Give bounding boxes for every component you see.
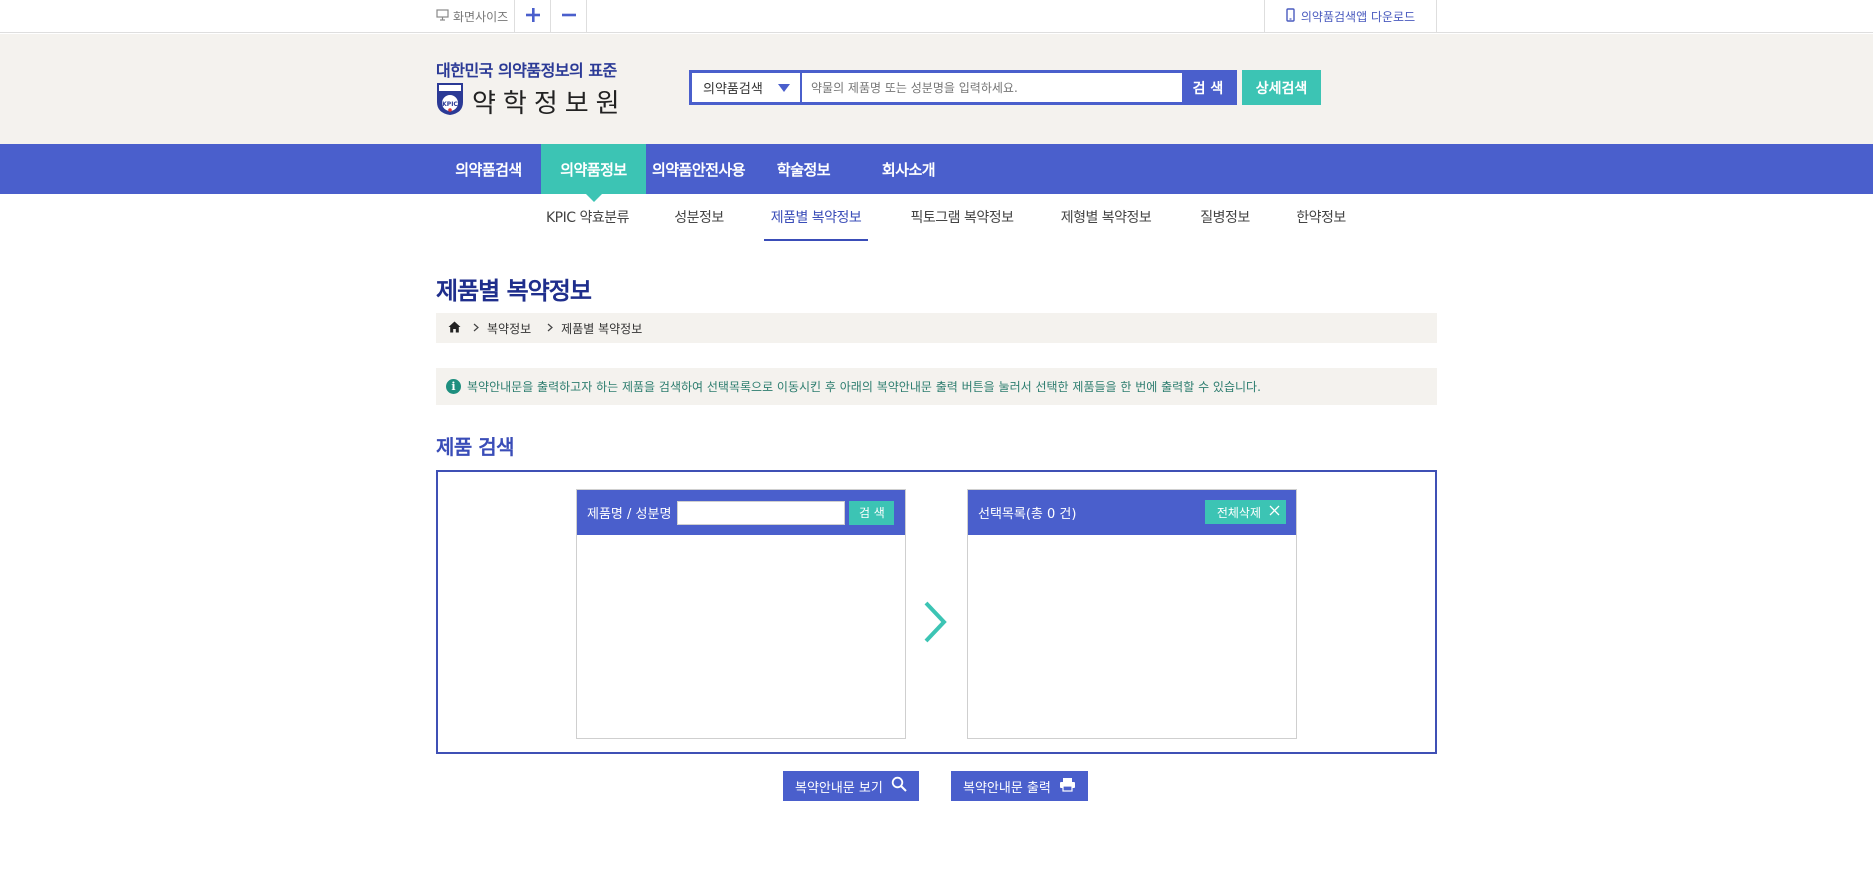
- logo-name: 약학정보원: [472, 88, 627, 119]
- move-to-selection-arrow-icon[interactable]: [922, 600, 948, 648]
- zoom-out-button[interactable]: [551, 0, 588, 33]
- notice-text: 복약안내문을 출력하고자 하는 제품을 검색하여 선택목록으로 이동시킨 후 아…: [467, 380, 1261, 394]
- gnb-item-academic[interactable]: 학술정보: [751, 144, 856, 194]
- info-icon: i: [446, 379, 461, 394]
- detail-search-button[interactable]: 상세검색: [1242, 70, 1321, 105]
- print-guide-button[interactable]: 복약안내문 출력: [951, 771, 1088, 801]
- gnb-item-drug-safety[interactable]: 의약품안전사용: [646, 144, 751, 194]
- view-guide-button[interactable]: 복약안내문 보기: [783, 771, 919, 801]
- search-result-list[interactable]: [577, 535, 905, 738]
- product-search-button[interactable]: 검 색: [849, 500, 895, 525]
- subnav-item-disease[interactable]: 질병정보: [1190, 194, 1260, 240]
- product-search-header: 제품명 / 성분명 검 색: [577, 490, 905, 535]
- breadcrumb-item[interactable]: 복약정보: [487, 320, 531, 337]
- selected-list-panel: 선택목록(총 0 건) 전체삭제: [967, 489, 1297, 739]
- sub-navigation: KPIC 약효분류 성분정보 제품별 복약정보 픽토그램 복약정보 제형별 복약…: [0, 194, 1873, 242]
- product-search-box: 제품명 / 성분명 검 색 선택목록(총 0 건) 전체삭제: [436, 470, 1437, 754]
- site-header: 대한민국 의약품정보의 표준 KPIC 약학정보원 의약품검색 검 색 상세검색: [0, 34, 1873, 144]
- site-logo[interactable]: KPIC 약학정보원: [436, 82, 627, 120]
- app-download-link[interactable]: 의약품검색앱 다운로드: [1264, 0, 1437, 33]
- screen-size-label: 화면사이즈: [436, 0, 516, 33]
- subnav-item-kpic-classification[interactable]: KPIC 약효분류: [540, 194, 635, 240]
- close-icon: [1261, 505, 1280, 519]
- page-title: 제품별 복약정보: [436, 277, 592, 305]
- gnb-item-drug-search[interactable]: 의약품검색: [436, 144, 541, 194]
- caret-down-icon: [778, 84, 790, 92]
- plus-icon: [525, 7, 541, 27]
- mobile-phone-icon: [1286, 8, 1301, 25]
- selected-list-count: 선택목록(총 0 건): [978, 507, 1077, 522]
- logo-slogan: 대한민국 의약품정보의 표준: [436, 61, 617, 80]
- subnav-item-product-medication[interactable]: 제품별 복약정보: [764, 194, 868, 241]
- gnb-item-company[interactable]: 회사소개: [856, 144, 961, 194]
- monitor-icon: [436, 9, 453, 24]
- global-search-input[interactable]: [802, 73, 1182, 102]
- utility-bar: 화면사이즈 의약품검색앱 다운로드: [0, 0, 1873, 33]
- notice-box: i 복약안내문을 출력하고자 하는 제품을 검색하여 선택목록으로 이동시킨 후…: [436, 368, 1437, 405]
- subnav-item-herbal[interactable]: 한약정보: [1286, 194, 1356, 240]
- gnb-item-drug-info[interactable]: 의약품정보: [541, 144, 646, 202]
- product-search-panel: 제품명 / 성분명 검 색: [576, 489, 906, 739]
- main-navigation: 의약품검색 의약품정보 의약품안전사용 학술정보 회사소개: [0, 144, 1873, 202]
- chevron-right-icon: [547, 321, 554, 335]
- delete-all-button[interactable]: 전체삭제: [1204, 500, 1286, 524]
- chevron-right-icon: [473, 321, 479, 335]
- svg-text:KPIC: KPIC: [442, 101, 458, 108]
- zoom-in-button[interactable]: [515, 0, 552, 33]
- breadcrumb: 복약정보 제품별 복약정보: [436, 313, 1437, 343]
- subnav-item-dosage-form[interactable]: 제형별 복약정보: [1053, 194, 1159, 240]
- product-search-label: 제품명 / 성분명: [587, 507, 672, 522]
- subnav-item-pictogram[interactable]: 픽토그램 복약정보: [902, 194, 1022, 240]
- search-category-select[interactable]: 의약품검색: [692, 73, 802, 102]
- subnav-item-ingredient[interactable]: 성분정보: [664, 194, 734, 240]
- global-search-form: 의약품검색 검 색: [689, 70, 1237, 105]
- home-icon[interactable]: [448, 321, 461, 336]
- breadcrumb-item-current: 제품별 복약정보: [561, 321, 643, 336]
- global-search-button[interactable]: 검 색: [1182, 73, 1234, 102]
- kpic-emblem-icon: KPIC: [436, 82, 464, 120]
- screen-size-controls: 화면사이즈: [436, 0, 588, 33]
- minus-icon: [561, 7, 577, 27]
- product-search-input[interactable]: [677, 500, 846, 525]
- selected-list-header: 선택목록(총 0 건) 전체삭제: [968, 490, 1296, 535]
- section-title: 제품 검색: [436, 435, 515, 459]
- printer-icon: [1051, 777, 1076, 796]
- search-icon: [883, 776, 907, 796]
- selected-list[interactable]: [968, 535, 1296, 738]
